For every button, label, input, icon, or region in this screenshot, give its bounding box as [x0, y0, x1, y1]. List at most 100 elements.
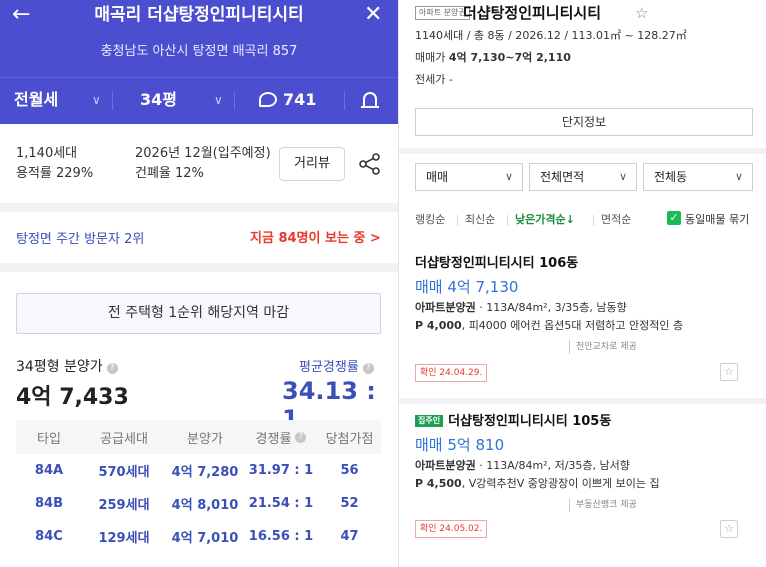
sort-ranking[interactable]: 랭킹순	[415, 212, 445, 228]
property-type-badge: 아파트 분양권	[415, 6, 470, 20]
divider	[344, 92, 345, 110]
table-row: 84A 570세대 4억 7,280 31.97 : 1 56	[16, 454, 381, 487]
sale-price-range: 매매가 4억 7,130~7억 2,110	[415, 51, 571, 64]
list-item[interactable]: 집주인 더샵탕정인피니티시티 105동 매매 5억 810 아파트분양권 · 11…	[399, 413, 766, 553]
help-icon[interactable]: ?	[362, 363, 374, 374]
listing-detail: 아파트분양권 · 113A/84m², 3/35층, 남동향	[415, 301, 627, 314]
close-icon[interactable]: ✕	[364, 2, 382, 28]
move-in-date: 2026년 12월(입주예정)	[135, 146, 271, 161]
star-icon[interactable]: ☆	[635, 2, 648, 24]
comment-count: 741	[283, 90, 317, 109]
score-cell: 52	[340, 496, 359, 511]
divider	[234, 92, 235, 110]
confirmed-date-badge: 확인 24.04.29.	[415, 364, 488, 382]
sale-table: 타입 공급세대 분양가 경쟁률? 당첨가점 84A 570세대 4억 7,280…	[16, 420, 381, 553]
building-select[interactable]: 전체동 ∨	[643, 163, 753, 191]
group-same-listing-label[interactable]: 동일매물 묶기	[685, 212, 749, 228]
score-cell: 47	[340, 529, 359, 544]
column-header: 경쟁률?	[244, 420, 318, 454]
listing-title: 더샵탕정인피니티시티 106동	[415, 256, 579, 271]
chevron-down-icon: ∨	[734, 170, 743, 183]
listing-description: P 4,000, 피4000 에어컨 옵션5대 저렴하고 안정적인 층	[415, 319, 684, 332]
supply-cell: 259세대	[98, 498, 150, 513]
page-title: 매곡리 더샵탕정인피니티시티	[94, 5, 304, 25]
complex-title: 더샵탕정인피니티시티	[463, 4, 602, 22]
visitor-rank-bar[interactable]: 탕정면 주간 방문자 2위 지금 84명이 보는 중 >	[0, 212, 398, 260]
chevron-down-icon: ∨	[214, 93, 223, 107]
section-divider	[0, 203, 398, 212]
listing-source: 부동산뱅크 제공	[569, 498, 637, 512]
listing-description: P 4,500, V강력추천V 중앙광장이 이쁘게 보이는 집	[415, 477, 660, 490]
section-divider	[399, 148, 766, 154]
competition-cell: 16.56 : 1	[248, 529, 314, 544]
star-icon[interactable]: ☆	[720, 363, 738, 381]
deal-type-filter[interactable]: 전월세	[14, 89, 58, 111]
share-icon[interactable]	[358, 153, 382, 175]
score-cell: 56	[340, 463, 359, 478]
chevron-down-icon: ∨	[504, 170, 513, 183]
column-header: 공급세대	[100, 431, 148, 447]
table-row: 84C 129세대 4억 7,010 16.56 : 1 47	[16, 520, 381, 553]
divider	[112, 92, 113, 110]
deal-type-select[interactable]: 매매 ∨	[415, 163, 523, 191]
list-item[interactable]: 더샵탕정인피니티시티 106동 매매 4억 7,130 아파트분양권 · 113…	[399, 255, 766, 395]
complex-info: 1,140세대 용적률 229% 2026년 12월(입주예정) 건폐율 12%…	[0, 124, 398, 202]
filter-bar: 전월세 ∨ 34평 ∨ 741	[0, 77, 398, 124]
sort-latest[interactable]: 최신순	[465, 212, 495, 228]
chevron-down-icon: ∨	[618, 170, 627, 183]
subscription-banner[interactable]: 전 주택형 1순위 해당지역 마감	[16, 293, 381, 334]
competition-cell: 21.54 : 1	[248, 496, 314, 511]
divider	[457, 215, 458, 226]
listing-source: 천안교차로 제공	[569, 340, 637, 354]
address: 충청남도 아산시 탕정면 매곡리 857	[100, 44, 298, 59]
street-view-button[interactable]: 거리뷰	[279, 147, 345, 181]
sale-price-label: 34평형 분양가?	[16, 356, 118, 376]
sort-area[interactable]: 면적순	[601, 212, 631, 228]
speech-bubble-icon	[259, 92, 277, 107]
type-cell: 84B	[35, 496, 63, 511]
divider	[593, 215, 594, 226]
chevron-down-icon: ∨	[92, 93, 101, 107]
price-cell: 4억 7,010	[171, 531, 239, 546]
star-icon[interactable]: ☆	[720, 520, 738, 538]
competition-label: 평균경쟁률?	[299, 356, 374, 375]
column-header: 분양가	[187, 431, 223, 447]
competition-cell: 31.97 : 1	[248, 463, 314, 478]
live-viewers[interactable]: 지금 84명이 보는 중 >	[250, 227, 381, 246]
price-cell: 4억 8,010	[171, 498, 239, 513]
listing-title: 집주인 더샵탕정인피니티시티 105동	[415, 413, 611, 431]
complex-specs: 1140세대 / 총 8동 / 2026.12 / 113.01㎡ ~ 128.…	[415, 29, 687, 42]
type-cell: 84C	[35, 529, 63, 544]
sale-price-value: 4억 7,433	[16, 385, 129, 410]
confirmed-date-badge: 확인 24.05.02.	[415, 520, 488, 538]
section-divider	[399, 398, 766, 404]
sort-low-price[interactable]: 낮은가격순↓	[515, 212, 575, 228]
right-panel: 아파트 분양권 더샵탕정인피니티시티 ☆ 1140세대 / 총 8동 / 202…	[398, 0, 766, 567]
jeonse-price: 전세가 -	[415, 73, 453, 86]
visitor-rank: 탕정면 주간 방문자 2위	[16, 232, 145, 247]
type-cell: 84A	[34, 463, 64, 478]
households: 1,140세대	[16, 146, 78, 161]
area-select[interactable]: 전체면적 ∨	[529, 163, 637, 191]
coverage-ratio: 건폐율 12%	[135, 166, 204, 181]
floor-area-ratio: 용적률 229%	[16, 166, 94, 181]
column-header: 타입	[37, 431, 61, 447]
owner-badge: 집주인	[415, 415, 444, 427]
divider	[507, 215, 508, 226]
checkbox-checked-icon[interactable]: ✓	[667, 211, 681, 225]
listing-detail: 아파트분양권 · 113A/84m², 저/35층, 남서향	[415, 459, 630, 472]
header: ← 매곡리 더샵탕정인피니티시티 ✕ 충청남도 아산시 탕정면 매곡리 857 …	[0, 0, 398, 124]
table-header: 타입 공급세대 분양가 경쟁률? 당첨가점	[16, 420, 381, 454]
table-row: 84B 259세대 4억 8,010 21.54 : 1 52	[16, 487, 381, 520]
help-icon[interactable]: ?	[295, 431, 307, 443]
supply-cell: 570세대	[98, 465, 150, 480]
listing-price: 매매 5억 810	[415, 436, 505, 454]
bell-icon[interactable]	[361, 92, 379, 108]
listing-price: 매매 4억 7,130	[415, 278, 519, 296]
price-cell: 4억 7,280	[171, 465, 239, 480]
help-icon[interactable]: ?	[106, 363, 118, 374]
comments-button[interactable]: 741	[259, 89, 316, 111]
supply-cell: 129세대	[98, 531, 150, 546]
size-filter[interactable]: 34평	[140, 89, 177, 111]
complex-info-button[interactable]: 단지정보	[415, 108, 753, 136]
